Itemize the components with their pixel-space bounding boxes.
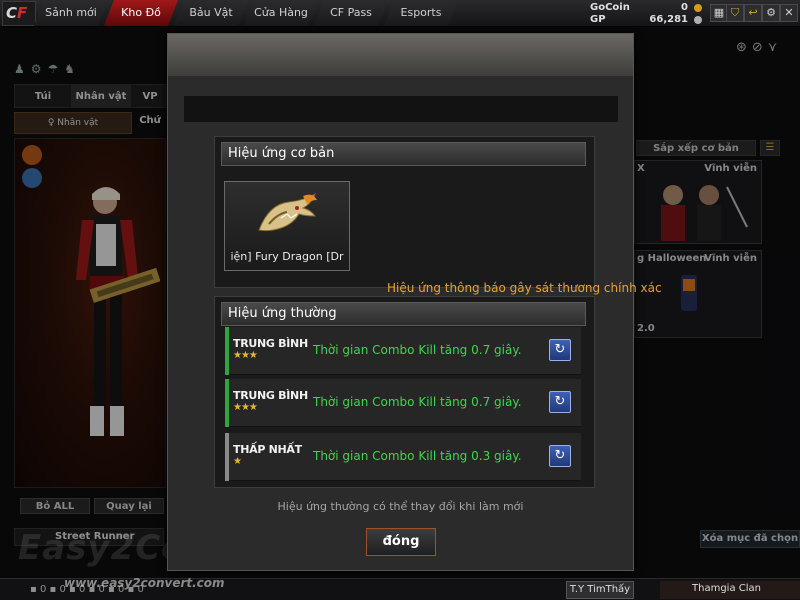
nav-tab-esports[interactable]: Esports [384,0,458,26]
effect-description: Thời gian Combo Kill tăng 0.3 giây. [313,449,522,463]
gp-icon [694,16,702,24]
join-clan-tab[interactable]: Thamgia Clan [660,581,800,599]
reroll-hint: Hiệu ứng thường có thể thay đổi khi làm … [277,500,524,513]
effect-tier: TRUNG BÌNH [233,337,308,350]
effect-description: Thời gian Combo Kill tăng 0.7 giây. [313,343,522,357]
top-navigation-bar: CF Sảnh mới Kho Đồ Bảu Vật Cửa Hàng CF P… [0,0,800,27]
refresh-icon[interactable]: ↻ [549,339,571,361]
settings-gear-icon[interactable]: ⚙ [762,4,780,22]
nav-tab-lobby[interactable]: Sảnh mới [34,0,108,26]
tier-color-bar [225,327,229,375]
effect-description: Thời gian Combo Kill tăng 0.7 giây. [313,395,522,409]
weapon-name: iện] Fury Dragon [Dr [230,250,344,263]
gocoin-label: GoCoin [590,2,630,13]
effect-tier: TRUNG BÌNH [233,389,308,402]
gocoin-icon [694,4,702,12]
nav-tab-shop[interactable]: Cửa Hàng [244,0,318,26]
friend-finder-tab[interactable]: T.Y TimThấy [566,581,634,599]
effect-row: TRUNG BÌNH ★★★ Thời gian Combo Kill tăng… [225,379,581,427]
nav-tab-cf-pass[interactable]: CF Pass [314,0,388,26]
refresh-icon[interactable]: ↻ [549,445,571,467]
normal-effect-section: Hiệu ứng thường TRUNG BÌNH ★★★ Thời gian… [214,296,595,488]
base-effect-header: Hiệu ứng cơ bản [221,142,586,166]
star-icon: ★★★ [233,402,258,413]
weapon-slot[interactable]: iện] Fury Dragon [Dr [224,181,350,271]
gp-label: GP [590,14,606,25]
rank-icon[interactable]: ⛉ [726,4,744,22]
nav-tab-inventory[interactable]: Kho Đồ [104,0,178,26]
base-effect-section: Hiệu ứng cơ bản iện] Fury Dragon [Dr [214,136,595,288]
normal-effect-header: Hiệu ứng thường [221,302,586,326]
gocoin-value: 0 [681,2,688,13]
refresh-icon[interactable]: ↻ [549,391,571,413]
tier-color-bar [225,433,229,481]
base-effect-text: Hiệu ứng thông báo gây sát thương chính … [387,281,662,295]
star-icon: ★ [233,456,242,467]
close-icon[interactable]: ✕ [780,4,798,22]
crossfire-logo[interactable]: CF [2,1,36,26]
star-icon: ★★★ [233,350,258,361]
currency-panel: GoCoin 0 GP 66,281 [586,1,710,26]
tier-color-bar [225,379,229,427]
weapon-effect-dialog: Hiệu ứng cơ bản iện] Fury Dragon [Dr Hiệ… [167,33,662,571]
watermark-url: www.easy2convert.com [64,576,225,590]
cf-logo-icon: CF [6,4,28,22]
close-button[interactable]: đóng [366,528,436,556]
gp-value: 66,281 [649,14,688,25]
return-icon[interactable]: ↩ [744,4,762,22]
dialog-title-bar [184,96,618,122]
effect-row: THẤP NHẤT ★ Thời gian Combo Kill tăng 0.… [225,433,581,481]
dragon-weapon-icon [258,192,317,232]
effect-row: TRUNG BÌNH ★★★ Thời gian Combo Kill tăng… [225,327,581,375]
dialog-header [168,34,633,76]
nav-tab-treasure[interactable]: Bảu Vật [174,0,248,26]
effect-tier: THẤP NHẤT [233,443,302,456]
